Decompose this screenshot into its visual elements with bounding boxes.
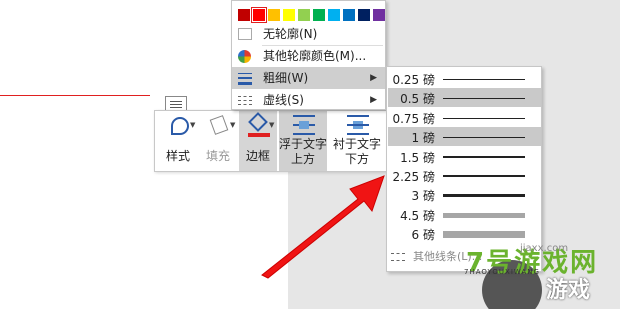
watermark-logo: 7号游戏网 7HAOYOUXIWANG jiaxx.com 游戏 [462,238,620,309]
